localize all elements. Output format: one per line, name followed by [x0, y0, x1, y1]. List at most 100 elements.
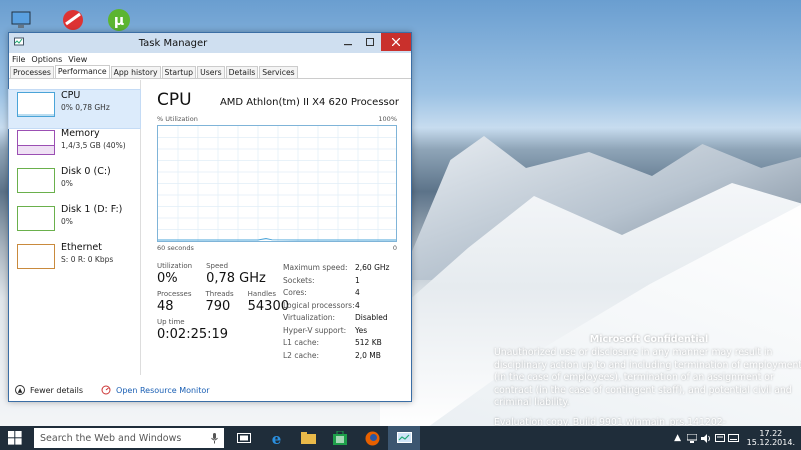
evaluation-copy: Evaluation copy. Build 9901.winmain_prs.…: [494, 417, 727, 426]
sidebar-item-cpu[interactable]: CPU 0% 0,78 GHz: [8, 89, 141, 129]
ethernet-summary: S: 0 R: 0 Kbps: [61, 255, 113, 264]
search-box[interactable]: Search the Web and Windows: [34, 428, 224, 448]
maximize-icon: [366, 38, 374, 46]
firefox-button[interactable]: [356, 426, 388, 450]
task-manager-icon: [396, 431, 412, 443]
cpu-utilization-graph: [157, 125, 397, 242]
detail-heading: CPU: [157, 90, 192, 110]
spec-row: Virtualization: Disabled: [283, 313, 388, 322]
spec-row: L2 cache: 2,0 MB: [283, 350, 381, 360]
firefox-icon: [365, 431, 379, 445]
memory-summary: 1,4/3,5 GB (40%): [61, 141, 126, 150]
minimize-button[interactable]: [337, 33, 359, 51]
spec-row: Cores: 4: [283, 288, 360, 297]
tab-processes[interactable]: Processes: [10, 66, 54, 78]
disk1-thumbnail-graph: [17, 206, 55, 231]
task-manager-window[interactable]: Task Manager File Options View Processes…: [8, 32, 412, 402]
fewer-details-label: Fewer details: [30, 385, 84, 395]
sidebar-item-memory[interactable]: Memory 1,4/3,5 GB (40%): [9, 128, 140, 166]
speed-stat: Speed 0,78 GHz: [206, 262, 266, 286]
sidebar-item-disk-1[interactable]: Disk 1 (D: F:) 0%: [9, 204, 140, 242]
notifications-icon[interactable]: [713, 433, 727, 443]
close-icon: [392, 38, 400, 46]
spec-row: Hyper-V support: Yes: [283, 325, 368, 335]
memory-thumbnail-graph: [17, 130, 55, 155]
sidebar-item-ethernet[interactable]: Ethernet S: 0 R: 0 Kbps: [9, 242, 140, 280]
cpu-detail: CPU AMD Athlon(tm) II X4 620 Processor %…: [141, 80, 411, 375]
cpu-label: CPU: [61, 90, 81, 101]
svg-text:µ: µ: [114, 13, 124, 29]
ethernet-receive-value: 0 Kbps: [87, 255, 114, 264]
menu-options[interactable]: Options: [31, 55, 62, 64]
chevron-up-icon: ▲: [15, 385, 25, 395]
disk1-label: Disk 1 (D: F:): [61, 204, 123, 215]
spec-row: Maximum speed: 2,60 GHz: [283, 263, 390, 272]
menu-file[interactable]: File: [12, 55, 25, 64]
ethernet-receive-label: R:: [77, 255, 86, 264]
menu-view[interactable]: View: [68, 55, 87, 64]
processor-name: AMD Athlon(tm) II X4 620 Processor: [219, 97, 399, 108]
keyboard-icon[interactable]: [727, 434, 741, 442]
tab-strip: Processes Performance App history Startu…: [9, 65, 411, 79]
utilization-stat: Utilization 0%: [157, 262, 193, 286]
tab-performance[interactable]: Performance: [54, 65, 110, 78]
uptime-stat: Up time 0:02:25:19: [157, 318, 229, 342]
start-button[interactable]: [0, 426, 30, 450]
fewer-details-button[interactable]: ▲ Fewer details: [15, 385, 83, 395]
ethernet-send-label: S:: [61, 255, 69, 264]
task-manager-taskbar-button[interactable]: [388, 426, 420, 450]
system-tray: ▲ 17.22 15.12.2014.: [671, 426, 801, 450]
resource-monitor-label: Open Resource Monitor: [116, 385, 210, 395]
spec-row: Logical processors: 4: [283, 300, 360, 310]
open-resource-monitor-link[interactable]: Open Resource Monitor: [101, 385, 210, 395]
this-pc-desktop-icon[interactable]: [6, 6, 36, 34]
clock[interactable]: 17.22 15.12.2014.: [747, 429, 795, 447]
disk0-label: Disk 0 (C:): [61, 166, 111, 177]
tab-users[interactable]: Users: [197, 66, 225, 78]
clock-time: 17.22: [759, 429, 783, 438]
cpu-thumbnail-graph: [17, 92, 55, 117]
file-explorer-button[interactable]: [292, 426, 324, 450]
internet-explorer-button[interactable]: e: [260, 426, 292, 450]
close-button[interactable]: [381, 33, 411, 51]
processes-stat: Processes 48: [157, 290, 192, 314]
internet-explorer-icon: e: [271, 431, 281, 446]
graph-y-label: % Utilization: [157, 115, 198, 123]
threads-stat: Threads 790: [205, 290, 234, 314]
graph-x-start: 60 seconds: [157, 244, 194, 252]
tab-app-history[interactable]: App history: [110, 66, 161, 78]
tab-details[interactable]: Details: [225, 66, 259, 78]
folder-icon: [300, 432, 316, 444]
sidebar-item-disk-0[interactable]: Disk 0 (C:) 0%: [9, 166, 140, 204]
chevron-up-icon[interactable]: ▲: [671, 433, 685, 443]
graph-y-max: 100%: [378, 115, 397, 123]
tab-startup[interactable]: Startup: [161, 66, 197, 78]
store-button[interactable]: [324, 426, 356, 450]
utorrent-desktop-icon[interactable]: µ: [104, 6, 134, 34]
spec-row: L1 cache: 512 KB: [283, 338, 382, 347]
watermark-text: Microsoft Confidential Unauthorized use …: [494, 334, 801, 426]
disk0-thumbnail-graph: [17, 168, 55, 193]
search-placeholder: Search the Web and Windows: [40, 432, 182, 444]
microphone-icon[interactable]: [211, 432, 218, 444]
tab-services[interactable]: Services: [259, 66, 298, 78]
window-title: Task Manager: [138, 37, 208, 49]
graph-x-end: 0: [392, 244, 397, 252]
ethernet-label: Ethernet: [61, 242, 102, 253]
cpu-specs: Maximum speed: 2,60 GHz Sockets: 1 Cores: 4…: [283, 262, 389, 362]
cpu-summary: 0% 0,78 GHz: [61, 103, 110, 112]
window-footer: ▲ Fewer details Open Resource Monitor: [9, 380, 411, 400]
task-manager-icon: [14, 37, 24, 49]
windows-logo-icon: [8, 431, 22, 445]
spec-row: Sockets: 1: [283, 275, 360, 285]
maximize-button[interactable]: [359, 33, 381, 51]
ccleaner-desktop-icon[interactable]: [58, 6, 88, 34]
volume-icon[interactable]: [699, 433, 713, 443]
resource-monitor-icon: [101, 385, 111, 395]
title-bar[interactable]: Task Manager: [9, 33, 411, 53]
ethernet-thumbnail-graph: [17, 244, 55, 269]
network-icon[interactable]: [685, 433, 699, 443]
taskbar: Search the Web and Windows e ▲ 17.22 15.…: [0, 426, 801, 450]
task-view-button[interactable]: [228, 426, 260, 450]
disk0-summary: 0%: [61, 179, 73, 188]
